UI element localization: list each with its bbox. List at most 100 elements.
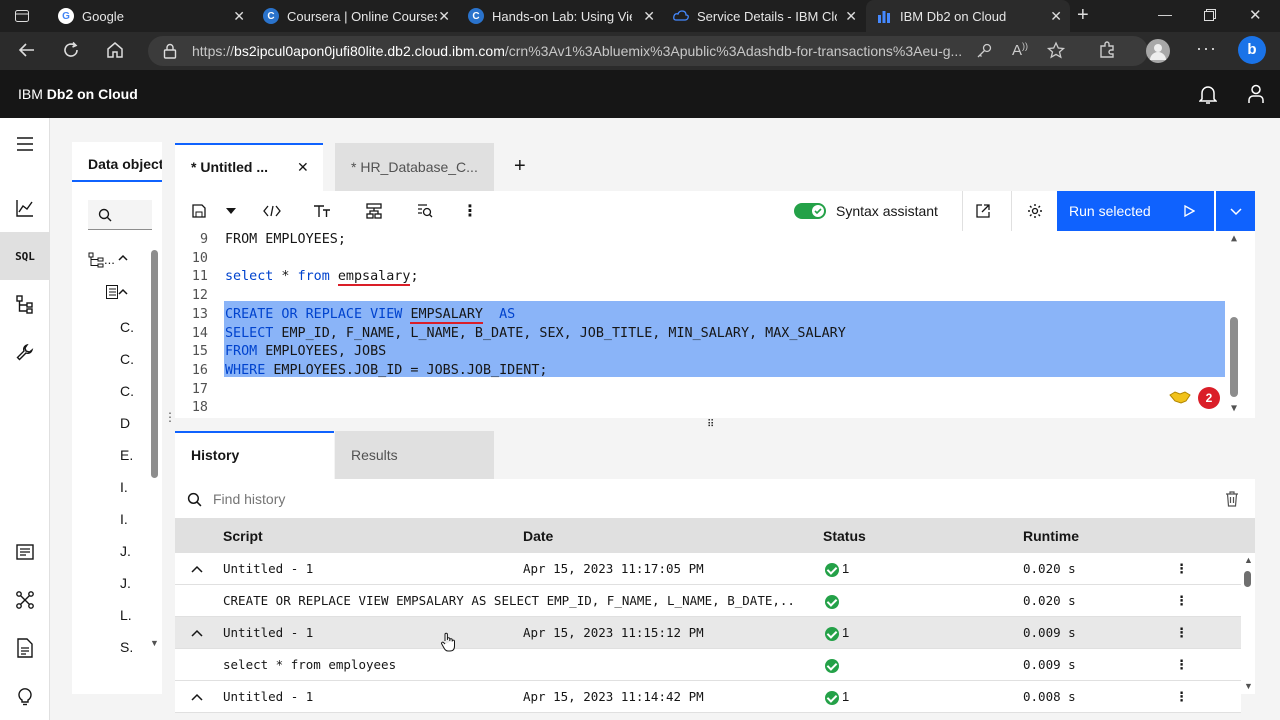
column-header-script[interactable]: Script xyxy=(223,528,263,544)
scroll-down-icon[interactable]: ▼ xyxy=(150,638,159,648)
monitor-chart-icon[interactable] xyxy=(0,184,50,232)
history-group-row[interactable]: Untitled - 1 Apr 15, 2023 11:17:05 PM 1 0.0… xyxy=(175,553,1241,585)
network-icon[interactable] xyxy=(0,576,50,624)
chevron-up-icon[interactable] xyxy=(117,252,129,264)
browser-tab-service-details[interactable]: Service Details - IBM Clou ✕ xyxy=(663,0,865,32)
drag-handle-icon[interactable]: ⠿ xyxy=(707,419,714,430)
user-icon[interactable] xyxy=(1247,84,1265,104)
back-icon[interactable] xyxy=(18,41,36,59)
row-overflow-menu-icon[interactable]: ⋮ xyxy=(1175,617,1188,649)
settings-gear-icon[interactable] xyxy=(1011,191,1057,231)
lock-icon[interactable] xyxy=(163,43,177,59)
scroll-up-icon[interactable]: ▲ xyxy=(1231,233,1237,244)
menu-icon[interactable] xyxy=(0,120,50,168)
row-overflow-menu-icon[interactable]: ⋮ xyxy=(1175,649,1188,681)
close-tab-icon[interactable]: ✕ xyxy=(643,8,655,25)
close-window-icon[interactable]: ✕ xyxy=(1249,6,1262,24)
object-item[interactable]: C. xyxy=(120,319,134,335)
history-child-row[interactable]: CREATE OR REPLACE VIEW EMPSALARY AS SELE… xyxy=(175,585,1241,617)
object-item[interactable]: J. xyxy=(120,575,131,591)
chevron-up-icon[interactable] xyxy=(191,553,203,574)
history-child-row[interactable]: select * from employees 0.009 s ⋮ xyxy=(175,649,1241,681)
new-tab-icon[interactable]: + xyxy=(1077,4,1089,27)
document-icon[interactable] xyxy=(0,624,50,672)
restore-icon[interactable] xyxy=(1204,9,1216,21)
sql-nav-item[interactable]: SQL xyxy=(0,232,50,280)
assistant-handshake-icon[interactable] xyxy=(1169,389,1191,405)
objects-scrollbar[interactable] xyxy=(151,250,158,478)
refresh-icon[interactable] xyxy=(62,41,80,59)
object-item[interactable]: D xyxy=(120,415,130,431)
code-line[interactable]: 15 FROM EMPLOYEES, JOBS xyxy=(175,342,1225,361)
close-tab-icon[interactable]: ✕ xyxy=(1050,8,1062,25)
browser-tab-hands-on-lab[interactable]: C Hands-on Lab: Using View ✕ xyxy=(458,0,663,32)
find-history-input[interactable] xyxy=(213,485,1193,513)
close-tab-icon[interactable]: ✕ xyxy=(233,8,245,25)
find-replace-icon[interactable] xyxy=(405,191,445,231)
editor-scrollbar[interactable] xyxy=(1230,317,1238,397)
save-menu-chevron-icon[interactable] xyxy=(211,191,251,231)
run-selected-button[interactable]: Run selected xyxy=(1057,191,1214,231)
editor-tab-hr-database[interactable]: * HR_Database_C... xyxy=(335,143,494,191)
notification-icon[interactable] xyxy=(1199,85,1217,105)
sql-editor[interactable]: 9 FROM EMPLOYEES; 10 11 select * from empsal… xyxy=(175,231,1255,418)
object-item[interactable]: I. xyxy=(120,511,128,527)
editor-tab-untitled[interactable]: * Untitled ... ✕ xyxy=(175,143,323,191)
tab-actions-icon[interactable] xyxy=(14,8,30,24)
row-overflow-menu-icon[interactable]: ⋮ xyxy=(1175,681,1188,713)
chevron-up-icon[interactable] xyxy=(191,617,203,638)
more-options-icon[interactable]: ··· xyxy=(1196,38,1217,59)
browser-tab-google[interactable]: G Google ✕ xyxy=(48,0,253,32)
chevron-up-icon[interactable] xyxy=(191,681,203,702)
object-item[interactable]: J. xyxy=(120,543,131,559)
browser-tab-coursera[interactable]: C Coursera | Online Courses ✕ xyxy=(253,0,458,32)
code-line[interactable]: 17 xyxy=(175,380,1225,399)
code-line[interactable]: 12 xyxy=(175,286,1225,305)
code-line[interactable]: 11 select * from empsalary; xyxy=(175,267,1225,287)
data-objects-tab[interactable]: Data objects xyxy=(72,142,162,182)
code-line[interactable]: 16 WHERE EMPLOYEES.JOB_ID = JOBS.JOB_IDEN… xyxy=(175,361,1225,380)
open-new-window-icon[interactable] xyxy=(962,191,1002,231)
overflow-menu-icon[interactable]: ⋮ xyxy=(450,191,490,231)
trash-icon[interactable] xyxy=(1225,491,1239,507)
code-line[interactable]: 18 xyxy=(175,398,1225,417)
home-icon[interactable] xyxy=(106,41,124,59)
row-overflow-menu-icon[interactable]: ⋮ xyxy=(1175,585,1188,617)
tab-results[interactable]: Results xyxy=(335,431,494,479)
close-tab-icon[interactable]: ✕ xyxy=(845,8,857,25)
close-tab-icon[interactable]: ✕ xyxy=(438,8,450,25)
scroll-up-icon[interactable]: ▲ xyxy=(1244,555,1253,565)
text-format-icon[interactable] xyxy=(302,191,342,231)
column-header-date[interactable]: Date xyxy=(523,528,553,544)
add-tab-icon[interactable]: + xyxy=(514,155,526,178)
wrench-icon[interactable] xyxy=(0,328,50,376)
object-item[interactable]: L. xyxy=(120,607,132,623)
key-icon[interactable] xyxy=(976,43,992,59)
scroll-down-icon[interactable]: ▼ xyxy=(1231,403,1237,414)
run-options-button[interactable] xyxy=(1216,191,1255,231)
issue-count-badge[interactable]: 2 xyxy=(1198,387,1220,409)
profile-avatar[interactable] xyxy=(1146,39,1170,63)
bing-icon[interactable]: b xyxy=(1238,36,1266,64)
syntax-assistant-toggle[interactable] xyxy=(794,203,826,219)
column-header-status[interactable]: Status xyxy=(823,528,866,544)
code-icon[interactable] xyxy=(252,191,292,231)
browser-tab-db2[interactable]: IBM Db2 on Cloud ✕ xyxy=(866,0,1070,32)
history-group-row[interactable]: Untitled - 1 Apr 15, 2023 11:15:12 PM 1 0.0… xyxy=(175,617,1241,649)
code-line[interactable]: 14 SELECT EMP_ID, F_NAME, L_NAME, B_DATE,… xyxy=(175,324,1225,343)
schema-tree-icon[interactable] xyxy=(88,252,104,268)
minimize-icon[interactable]: — xyxy=(1158,6,1172,22)
favorites-icon[interactable] xyxy=(1046,41,1066,61)
object-item[interactable]: S. xyxy=(120,639,133,655)
code-line[interactable]: 13 CREATE OR REPLACE VIEW EMPSALARY AS xyxy=(175,305,1225,324)
tab-history[interactable]: History xyxy=(175,431,334,479)
lightbulb-icon[interactable] xyxy=(0,672,50,720)
object-item[interactable]: C. xyxy=(120,351,134,367)
history-scrollbar-thumb[interactable] xyxy=(1244,571,1251,587)
document-list-icon[interactable] xyxy=(0,528,50,576)
object-search-input[interactable] xyxy=(88,200,152,230)
code-line[interactable]: 10 xyxy=(175,249,1225,268)
data-tree-icon[interactable] xyxy=(0,280,50,328)
url-field[interactable]: https://bs2ipcul0apon0jufi80lite.db2.clo… xyxy=(148,36,1148,66)
read-aloud-icon[interactable]: A)) xyxy=(1012,41,1028,59)
